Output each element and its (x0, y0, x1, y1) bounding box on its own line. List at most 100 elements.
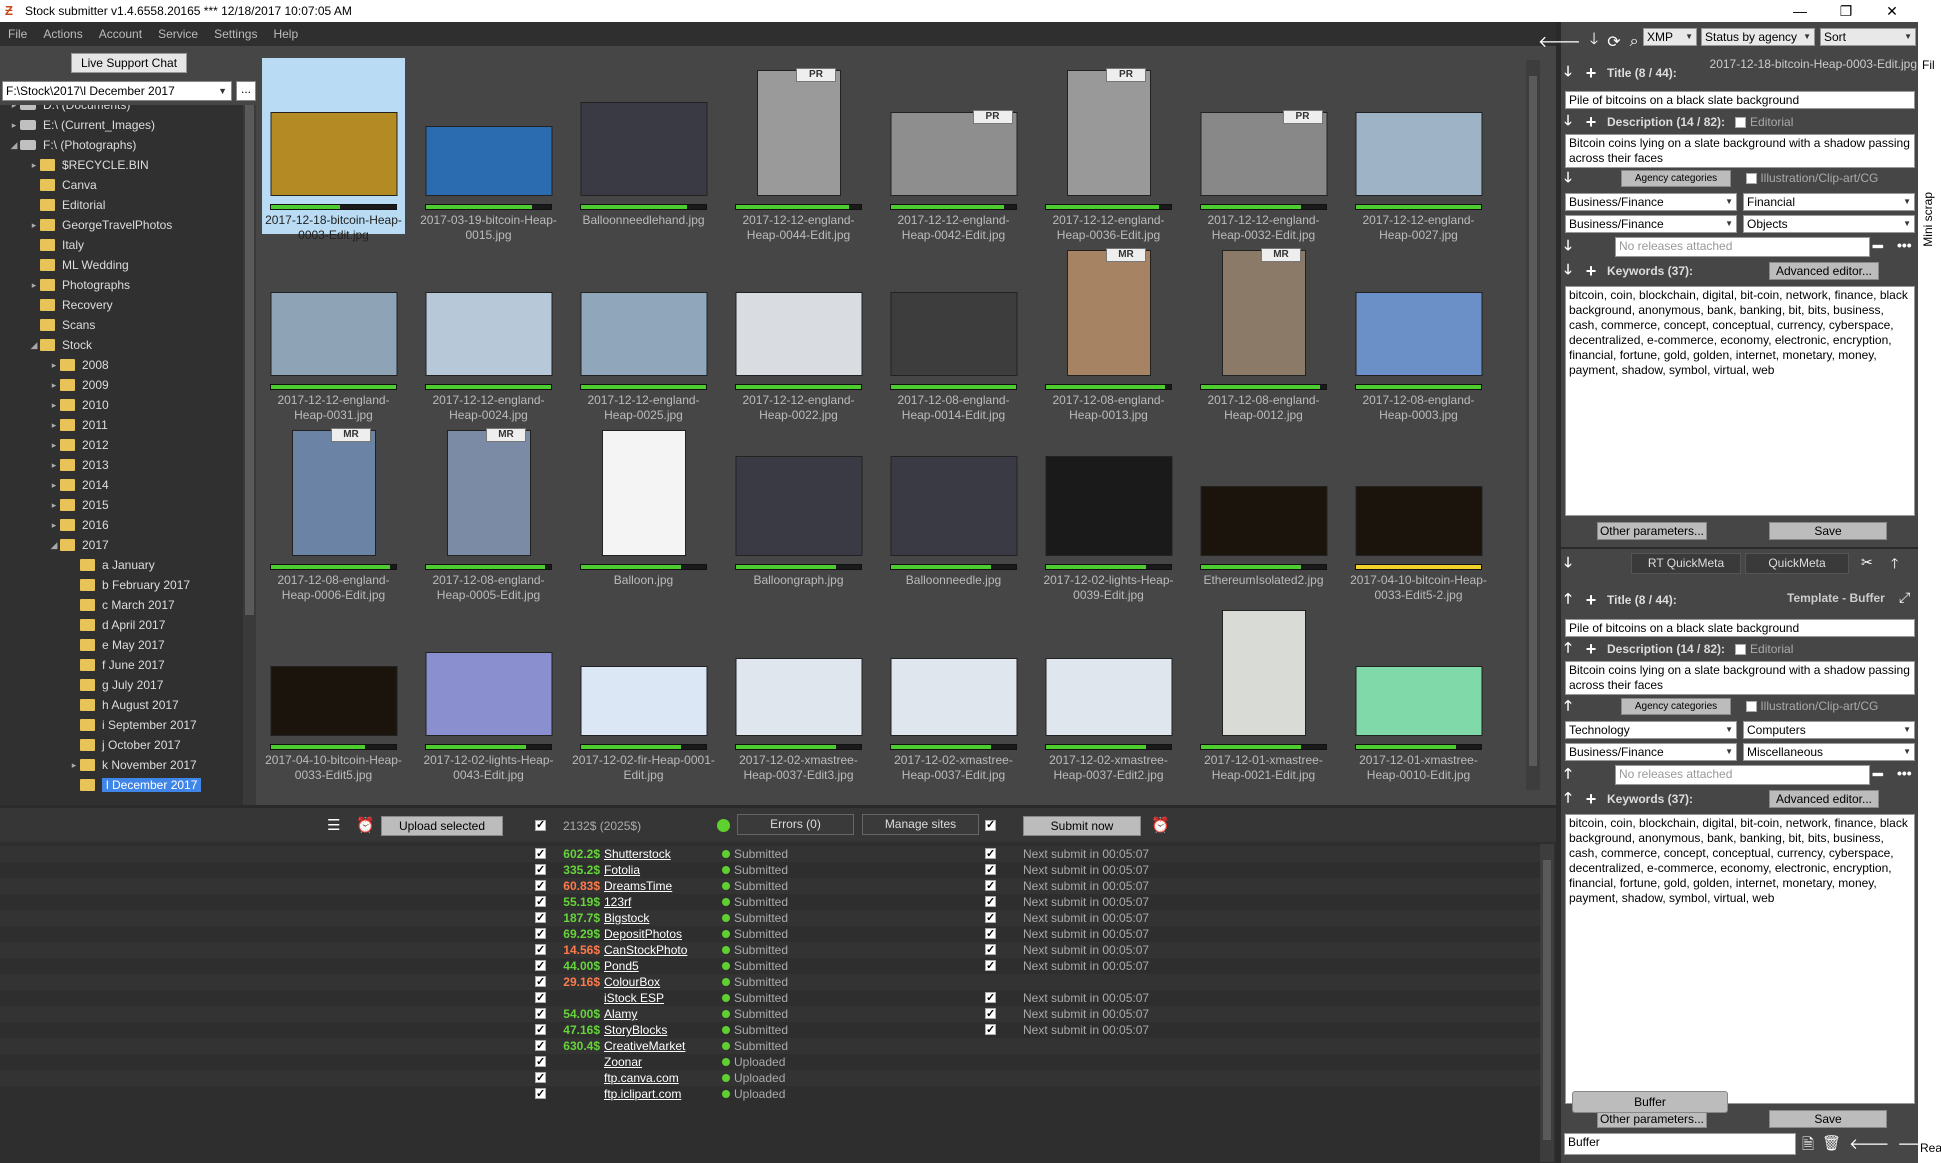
tree-node[interactable]: ▸ 2014 (48, 475, 109, 495)
auto-submit-checkbox[interactable] (985, 1006, 996, 1022)
thumbnail-tile[interactable]: EthereumIsolated2.jpg (1192, 418, 1335, 594)
tree-node[interactable]: ▸ GeorgeTravelPhotos (28, 215, 173, 235)
arrow-up-icon[interactable]: 🡑 (1561, 695, 1575, 719)
auto-submit-checkbox[interactable] (985, 1022, 996, 1038)
tree-node[interactable]: e May 2017 (68, 635, 165, 655)
thumbnail-tile[interactable]: PR 2017-12-12-england-Heap-0044-Edit.jpg (727, 58, 870, 242)
arrow-down-icon[interactable]: 🡓 (1561, 552, 1575, 576)
site-name-link[interactable]: DepositPhotos (604, 926, 682, 942)
template-agency-categories-button[interactable]: Agency categories (1621, 698, 1731, 715)
status-dropdown[interactable]: Status by agency ▼ (1701, 28, 1815, 46)
description-input[interactable]: Bitcoin coins lying on a slate backgroun… (1565, 134, 1915, 168)
browse-path-button[interactable]: ... (236, 81, 256, 101)
thumbnail-tile[interactable]: Balloonneedlehand.jpg (572, 58, 715, 234)
thumbnail-tile[interactable]: 2017-12-08-england-Heap-0014-Edit.jpg (882, 238, 1025, 422)
advanced-editor-button[interactable]: Advanced editor... (1769, 262, 1879, 280)
arrow-down-icon[interactable]: 🡓 (1561, 259, 1575, 283)
tree-node[interactable]: ▸ Photographs (28, 275, 130, 295)
buffer-input[interactable]: Buffer (1564, 1133, 1796, 1155)
thumbnail-tile[interactable]: 2017-12-12-england-Heap-0031.jpg (262, 238, 405, 422)
close-button[interactable]: ✕ (1869, 0, 1915, 22)
site-row[interactable]: ftp.canva.com Uploaded (0, 1070, 1540, 1086)
tree-node[interactable]: Italy (28, 235, 84, 255)
tree-node[interactable]: b February 2017 (68, 575, 190, 595)
site-enabled-checkbox[interactable] (535, 910, 546, 926)
site-enabled-checkbox[interactable] (535, 1070, 546, 1086)
tree-node[interactable]: Recovery (28, 295, 113, 315)
thumbnail-tile[interactable]: 2017-12-02-lights-Heap-0043-Edit.jpg (417, 598, 560, 782)
arrow-left-icon[interactable]: 🡐 (1849, 1134, 1889, 1159)
template-save-button[interactable]: Save (1769, 1110, 1887, 1128)
back-arrow-icon[interactable]: 🡐 (1538, 31, 1581, 52)
tree-node[interactable]: f June 2017 (68, 655, 165, 675)
thumbnail-tile[interactable]: MR 2017-12-08-england-Heap-0012.jpg (1192, 238, 1335, 422)
template-category-4-dropdown[interactable]: Miscellaneous ▼ (1743, 743, 1915, 761)
rt-quickmeta-button[interactable]: RT QuickMeta (1631, 553, 1741, 574)
auto-submit-checkbox[interactable] (985, 958, 996, 974)
site-enabled-checkbox[interactable] (535, 862, 546, 878)
sites-scrollbar[interactable] (1540, 844, 1554, 1162)
add-icon[interactable]: + (1583, 261, 1599, 282)
tree-node[interactable]: ▸ 2013 (48, 455, 109, 475)
thumbnail-tile[interactable]: PR 2017-12-12-england-Heap-0036-Edit.jpg (1037, 58, 1180, 242)
thumbnail-tile[interactable]: 2017-04-10-bitcoin-Heap-0033-Edit5.jpg (262, 598, 405, 782)
menu-file[interactable]: File (0, 27, 35, 41)
template-illustration-checkbox[interactable] (1746, 701, 1757, 713)
thumbnail-tile[interactable]: Balloonneedle.jpg (882, 418, 1025, 594)
tree-node[interactable]: ▸ $RECYCLE.BIN (28, 155, 149, 175)
thumbnail-tile[interactable]: 2017-12-02-fir-Heap-0001-Edit.jpg (572, 598, 715, 782)
site-name-link[interactable]: CreativeMarket (604, 1038, 685, 1054)
scrollbar-thumb[interactable] (245, 105, 254, 615)
site-name-link[interactable]: 123rf (604, 894, 631, 910)
tree-node[interactable]: ML Wedding (28, 255, 129, 275)
site-row[interactable]: 29.16$ ColourBox Submitted (0, 974, 1540, 990)
thumbnail-tile[interactable]: 2017-12-02-xmastree-Heap-0037-Edit2.jpg (1037, 598, 1180, 782)
document-icon[interactable]: 🗎 (1802, 1134, 1814, 1159)
list-icon[interactable]: ☰ (327, 816, 340, 834)
thumbnail-tile[interactable]: MR 2017-12-08-england-Heap-0006-Edit.jpg (262, 418, 405, 602)
alarm-clock-icon[interactable]: ⏰ (1151, 816, 1170, 834)
menu-service[interactable]: Service (150, 27, 206, 41)
tree-node[interactable]: ◢ F:\ (Photographs) (8, 135, 137, 155)
site-enabled-checkbox[interactable] (535, 1054, 546, 1070)
site-row[interactable]: iStock ESP Submitted Next submit in 00:05:… (0, 990, 1540, 1006)
site-enabled-checkbox[interactable] (535, 846, 546, 862)
thumbnail-tile[interactable]: 2017-12-02-xmastree-Heap-0037-Edit3.jpg (727, 598, 870, 782)
thumbnail-tile[interactable]: PR 2017-12-12-england-Heap-0042-Edit.jpg (882, 58, 1025, 242)
template-category-3-dropdown[interactable]: Business/Finance ▼ (1565, 743, 1737, 761)
expand-icon[interactable]: ▸ (68, 760, 80, 771)
arrow-up-icon[interactable]: 🡑 (1561, 588, 1575, 612)
tree-node[interactable]: ▸ 2012 (48, 435, 109, 455)
site-row[interactable]: 69.29$ DepositPhotos Submitted Next submit … (0, 926, 1540, 942)
arrow-up-icon[interactable]: 🡑 (1561, 763, 1575, 787)
tree-node[interactable]: ▸ 2008 (48, 355, 109, 375)
thumbnail-tile[interactable]: 2017-12-01-xmastree-Heap-0010-Edit.jpg (1347, 598, 1490, 782)
template-releases-input[interactable]: No releases attached (1615, 765, 1870, 785)
illustration-checkbox[interactable] (1746, 173, 1757, 185)
site-enabled-checkbox[interactable] (535, 990, 546, 1006)
thumbnail-tile[interactable]: MR 2017-12-08-england-Heap-0013.jpg (1037, 238, 1180, 422)
site-enabled-checkbox[interactable] (535, 942, 546, 958)
template-title-input[interactable]: Pile of bitcoins on a black slate backgr… (1565, 619, 1915, 637)
auto-submit-checkbox[interactable] (985, 862, 996, 878)
expand-icon[interactable]: ◢ (28, 340, 40, 351)
site-row[interactable]: ftp.iclipart.com Uploaded (0, 1086, 1540, 1102)
tree-node[interactable]: ▸ 2009 (48, 375, 109, 395)
add-icon[interactable]: + (1583, 63, 1599, 84)
site-row[interactable]: 60.83$ DreamsTime Submitted Next submit in … (0, 878, 1540, 894)
site-enabled-checkbox[interactable] (535, 1086, 546, 1102)
auto-submit-checkbox[interactable] (985, 846, 996, 862)
thumbnail-tile[interactable]: 2017-04-10-bitcoin-Heap-0033-Edit5-2.jpg (1347, 418, 1490, 602)
path-combobox[interactable]: F:\Stock\2017\l December 2017 ▼ (2, 81, 232, 101)
submit-all-checkbox[interactable] (985, 818, 996, 831)
upload-selected-button[interactable]: Upload selected (381, 816, 503, 836)
tree-node[interactable]: g July 2017 (68, 675, 163, 695)
site-row[interactable]: 630.4$ CreativeMarket Submitted (0, 1038, 1540, 1054)
site-name-link[interactable]: iStock ESP (604, 990, 664, 1006)
site-enabled-checkbox[interactable] (535, 958, 546, 974)
template-editorial-checkbox[interactable] (1735, 643, 1747, 655)
buffer-button[interactable]: Buffer (1572, 1091, 1728, 1113)
thumbnail-tile[interactable]: 2017-12-12-england-Heap-0027.jpg (1347, 58, 1490, 242)
arrow-down-icon[interactable]: 🡓 (1561, 235, 1575, 259)
tree-node[interactable]: l December 2017 (68, 775, 202, 795)
